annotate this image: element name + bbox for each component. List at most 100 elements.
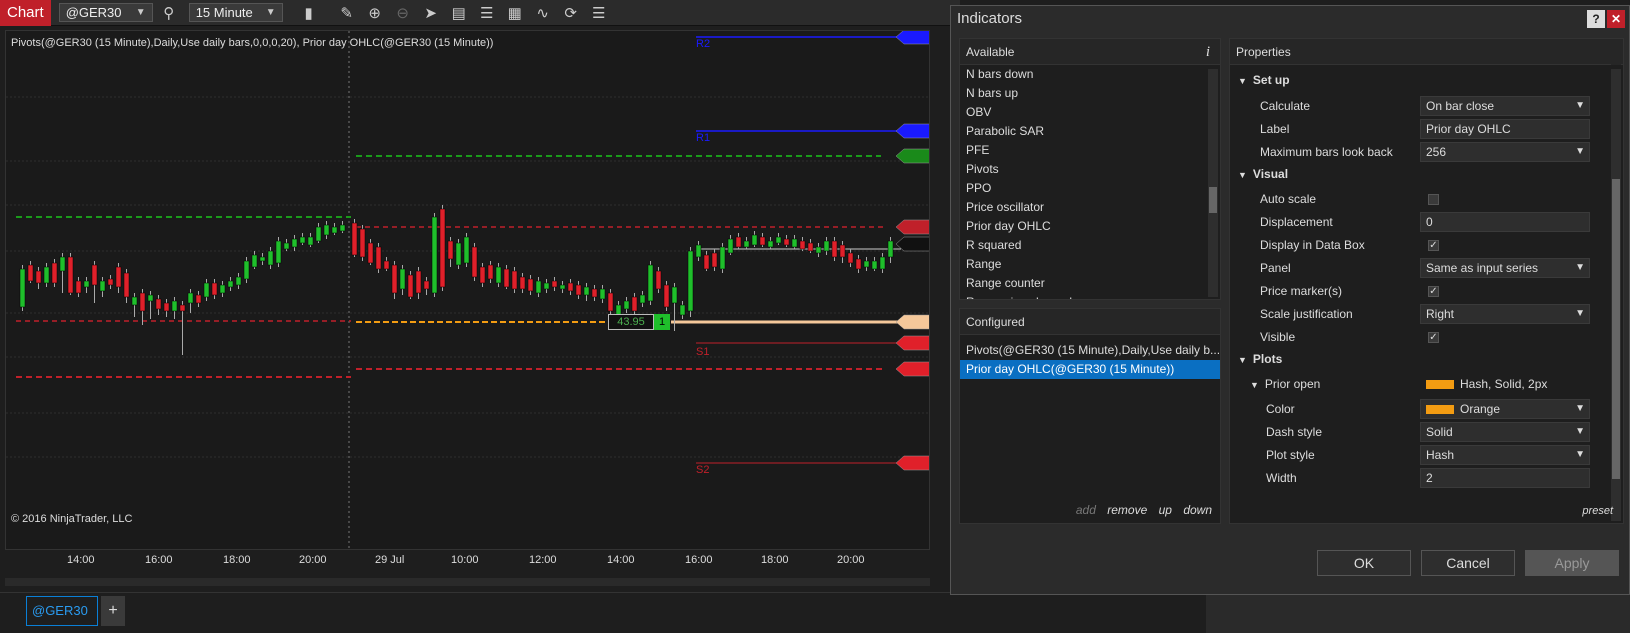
cancel-button[interactable]: Cancel — [1421, 550, 1515, 576]
properties-scrollbar[interactable] — [1611, 69, 1621, 521]
label-input[interactable]: Prior day OHLC — [1420, 119, 1590, 139]
available-scrollbar[interactable] — [1208, 69, 1218, 297]
data-box-checkbox[interactable]: ✓ — [1428, 240, 1439, 251]
available-item[interactable]: Parabolic SAR — [960, 122, 1220, 141]
chevron-down-icon: ▼ — [1575, 426, 1585, 437]
candle-body — [471, 246, 478, 278]
available-item[interactable]: Prior day OHLC — [960, 217, 1220, 236]
chart-scrollbar[interactable] — [5, 578, 930, 586]
close-button[interactable]: ✕ — [1607, 10, 1625, 28]
configured-item-pivots[interactable]: Pivots(@GER30 (15 Minute),Daily,Use dail… — [960, 341, 1220, 360]
color-select[interactable]: Orange ▼ — [1420, 399, 1590, 419]
width-input[interactable]: 2 — [1420, 468, 1590, 488]
scale-justification-select[interactable]: Right ▼ — [1420, 304, 1590, 324]
candle-body — [607, 292, 614, 312]
candle-body — [307, 236, 314, 246]
available-scroll-thumb[interactable] — [1209, 187, 1217, 213]
available-item[interactable]: OBV — [960, 103, 1220, 122]
panel-select[interactable]: Same as input series ▼ — [1420, 258, 1590, 278]
candle-body — [203, 282, 210, 298]
help-button[interactable]: ? — [1587, 10, 1605, 28]
prop-cat-setup[interactable]: ▼ Set up — [1230, 73, 1605, 97]
configured-header: Configured — [960, 309, 1220, 335]
orange-swatch — [1426, 405, 1454, 415]
instrument-value: @GER30 — [65, 5, 122, 20]
price-marker-checkbox[interactable]: ✓ — [1428, 286, 1439, 297]
available-item[interactable]: R squared — [960, 236, 1220, 255]
dash-style-select[interactable]: Solid ▼ — [1420, 422, 1590, 442]
candle-body — [375, 246, 382, 270]
candle-body — [879, 256, 886, 270]
visible-checkbox[interactable]: ✓ — [1428, 332, 1439, 343]
level-label: R2 — [696, 38, 710, 50]
candle-body — [51, 262, 58, 284]
candle-body — [171, 300, 178, 312]
chevron-down-icon: ▼ — [135, 7, 146, 18]
prop-prior-open[interactable]: ▼ Prior open Hash, Solid, 2px — [1230, 374, 1605, 398]
candle-body — [383, 260, 390, 270]
candle-body — [863, 260, 870, 268]
dash-style-value: Solid — [1426, 425, 1453, 439]
indicators-icon[interactable]: ☰ — [475, 2, 499, 24]
strategies-icon[interactable]: ▦ — [503, 2, 527, 24]
available-item[interactable]: PFE — [960, 141, 1220, 160]
chevron-down-icon: ▼ — [1575, 146, 1585, 157]
info-icon[interactable]: i — [1206, 39, 1210, 65]
candle-body — [351, 222, 358, 256]
available-item[interactable]: PPO — [960, 179, 1220, 198]
candle-body — [543, 282, 550, 290]
color-label: Color — [1266, 402, 1295, 416]
interval-select[interactable]: 15 Minute ▼ — [188, 3, 283, 22]
candle-body — [107, 278, 114, 286]
configured-item-prior-day-ohlc[interactable]: Prior day OHLC(@GER30 (15 Minute)) — [960, 360, 1220, 379]
available-item[interactable]: Pivots — [960, 160, 1220, 179]
plot-style-select[interactable]: Hash ▼ — [1420, 445, 1590, 465]
displacement-input[interactable]: 0 — [1420, 212, 1590, 232]
candle-body — [671, 286, 678, 304]
reload-icon[interactable]: ⟳ — [559, 2, 583, 24]
search-icon[interactable]: ⚲ — [157, 2, 181, 24]
configured-actions: add remove up down — [1068, 503, 1212, 517]
apply-button[interactable]: Apply — [1525, 550, 1619, 576]
max-bars-select[interactable]: 256 ▼ — [1420, 142, 1590, 162]
add-tab-button[interactable]: + — [101, 596, 125, 626]
available-item[interactable]: Price oscillator — [960, 198, 1220, 217]
candle-body — [123, 272, 130, 298]
calculate-select[interactable]: On bar close ▼ — [1420, 96, 1590, 116]
remove-link[interactable]: remove — [1107, 503, 1147, 517]
candle-body — [735, 236, 742, 248]
tab-ger30[interactable]: @GER30 — [26, 596, 98, 626]
zoom-out-icon[interactable]: ⊖ — [391, 2, 415, 24]
available-header-label: Available — [966, 45, 1015, 59]
candle-body — [339, 224, 346, 232]
chart-panel[interactable]: R2 R1 S1 S2 Pivots(@GER30 (15 Minute),Daily… — [5, 30, 930, 550]
candle-body — [275, 240, 282, 264]
properties-list-icon[interactable]: ☰ — [587, 2, 611, 24]
prop-cat-plots[interactable]: ▼ Plots — [1230, 352, 1605, 376]
candle-body — [479, 266, 486, 284]
drawing-tools-icon[interactable]: ∿ — [531, 2, 555, 24]
zoom-in-icon[interactable]: ⊕ — [363, 2, 387, 24]
candle-body — [703, 254, 710, 270]
draw-pencil-icon[interactable]: ✎ — [335, 2, 359, 24]
properties-scroll-thumb[interactable] — [1612, 179, 1620, 479]
available-item[interactable]: Range — [960, 255, 1220, 274]
properties-grid: ▼ Set up Calculate On bar close ▼ Label Pr… — [1230, 65, 1605, 525]
add-link[interactable]: add — [1076, 503, 1096, 517]
prop-cat-visual[interactable]: ▼ Visual — [1230, 167, 1605, 191]
data-box-icon[interactable]: ▤ — [447, 2, 471, 24]
preset-link[interactable]: preset — [1582, 505, 1613, 517]
instrument-select[interactable]: @GER30 ▼ — [58, 3, 153, 22]
available-item[interactable]: Regression channel — [960, 293, 1220, 299]
bar-type-icon[interactable]: ▮ — [297, 2, 321, 24]
up-link[interactable]: up — [1159, 503, 1172, 517]
auto-scale-checkbox[interactable] — [1428, 194, 1439, 205]
ok-button[interactable]: OK — [1317, 550, 1411, 576]
available-item[interactable]: N bars down — [960, 65, 1220, 84]
candle-body — [367, 242, 374, 264]
pointer-icon[interactable]: ➤ — [419, 2, 443, 24]
available-item[interactable]: N bars up — [960, 84, 1220, 103]
down-link[interactable]: down — [1183, 503, 1212, 517]
panel-label: Panel — [1260, 261, 1291, 275]
available-item[interactable]: Range counter — [960, 274, 1220, 293]
